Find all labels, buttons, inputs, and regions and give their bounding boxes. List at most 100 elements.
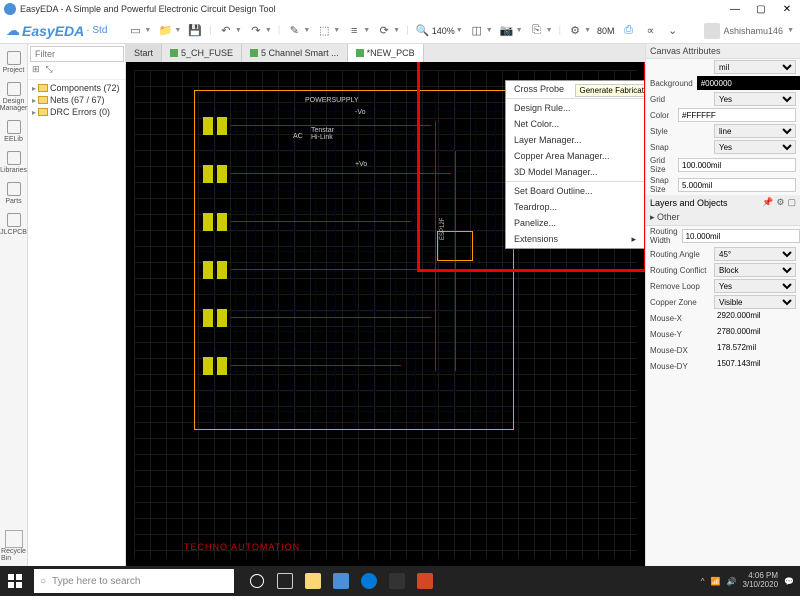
snap-size-input[interactable] [678,178,796,192]
menu-panelize[interactable]: Panelize... [506,215,644,231]
folder-icon [38,96,48,104]
sidebar-jlcpcb[interactable]: JLCPCB [2,210,26,239]
redo-icon[interactable]: ↷ [248,23,264,39]
mouse-y-value: 2780.000mil [714,327,796,341]
chip-esp: ESP12F [437,231,473,261]
canvas-attrs-header: Canvas Attributes [646,44,800,59]
mouse-dx-value: 178.572mil [714,343,796,357]
properties-panel: Canvas Attributes mil Background GridYes… [645,44,800,566]
select-icon[interactable]: ⬚ [316,23,332,39]
unit-select[interactable]: mil [714,60,796,74]
wifi-icon[interactable]: 📶 [711,577,721,586]
task-view-icon[interactable] [272,566,298,596]
routing-width-input[interactable] [682,229,800,243]
tab-newpcb[interactable]: *NEW_PCB [348,44,424,62]
copper-zone-select[interactable]: Visible [714,295,796,309]
tree-node-drc[interactable]: ▸DRC Errors (0) [28,106,125,118]
gear-icon[interactable]: ⚙ [776,197,784,208]
left-sidebar: Project Design Manager EELib Libraries P… [0,44,28,566]
save-icon[interactable]: 💾 [187,23,203,39]
box-icon[interactable]: ▢ [787,197,796,208]
maximize-button[interactable]: ▢ [752,2,770,16]
eelib-icon [7,120,21,134]
folder-icon [38,84,48,92]
edge-icon[interactable] [356,566,382,596]
settings-icon[interactable]: ⚙ [567,23,583,39]
editor-area: Start 5_CH_FUSE 5 Channel Smart ... *NEW… [126,44,645,566]
file-icon[interactable]: ▭ [127,23,143,39]
silk-ac: AC [293,133,303,140]
menu-board-outline[interactable]: Set Board Outline... [506,183,644,199]
align-icon[interactable]: ≡ [346,23,362,39]
routing-conflict-select[interactable]: Block [714,263,796,277]
tree-node-nets[interactable]: ▸Nets (67 / 67) [28,94,125,106]
recycle-bin[interactable]: Recycle Bin [0,526,30,566]
bg-color-input[interactable] [697,76,800,90]
gerber-icon[interactable]: ⎙ [621,23,637,39]
pencil-icon[interactable]: ✎ [286,23,302,39]
sidebar-design-manager[interactable]: Design Manager [2,79,26,115]
rotate-icon[interactable]: ⟳ [376,23,392,39]
app-edition: · Std [86,25,107,36]
user-menu[interactable]: Ashishamu146 ▼ [704,23,794,39]
grid-size-label: Grid Size [650,156,674,174]
style-label: Style [650,127,710,136]
tray-up-icon[interactable]: ^ [701,577,705,586]
export-icon[interactable]: ⎘ [529,23,545,39]
menu-3d-model[interactable]: 3D Model Manager... [506,164,644,180]
menu-net-color[interactable]: Net Color... [506,116,644,132]
routing-angle-select[interactable]: 45° [714,247,796,261]
view-icon[interactable]: ◫ [469,23,485,39]
cortana-icon[interactable] [244,566,270,596]
menu-layer-manager[interactable]: Layer Manager... [506,132,644,148]
system-tray: ^ 📶 🔊 4:06 PM3/10/2020 💬 [701,572,800,590]
silk-module: Tenstar Hi-Link [311,127,334,141]
grid-label: Grid [650,95,710,104]
volume-icon[interactable]: 🔊 [726,577,736,586]
chevron-down-icon[interactable]: ⌄ [665,23,681,39]
explorer-icon[interactable] [300,566,326,596]
remove-loop-select[interactable]: Yes [714,279,796,293]
tab-start[interactable]: Start [126,44,162,62]
zoom-icon[interactable]: 🔍 [415,23,431,39]
folder-icon[interactable]: 📁 [157,23,173,39]
menu-design-rule[interactable]: Design Rule... [506,100,644,116]
tab-smart[interactable]: 5 Channel Smart ... [242,44,348,62]
filter-input[interactable] [30,46,124,62]
snap-select[interactable]: Yes [714,140,796,154]
grid-visible-select[interactable]: Yes [714,92,796,106]
undo-icon[interactable]: ↶ [218,23,234,39]
tree-node-components[interactable]: ▸Components (72) [28,82,125,94]
menu-teardrop[interactable]: Teardrop... [506,199,644,215]
menu-extensions[interactable]: Extensions▸ [506,231,644,248]
sidebar-project[interactable]: Project [2,48,26,77]
grid-style-select[interactable]: line [714,124,796,138]
jlcpcb-icon [7,213,21,227]
app-taskbar-icon[interactable] [328,566,354,596]
grid-color-input[interactable] [678,108,796,122]
pcb-canvas[interactable]: POWERSUPPLY -Vo +Vo AC Tenstar Hi-Link [126,62,645,566]
powerpoint-icon[interactable] [412,566,438,596]
tab-fuse[interactable]: 5_CH_FUSE [162,44,242,62]
grid-size-input[interactable] [678,158,796,172]
sidebar-parts[interactable]: Parts [2,179,26,208]
share-icon[interactable]: ∝ [643,23,659,39]
design-tree-panel: ⊞⤡ ▸Components (72) ▸Nets (67 / 67) ▸DRC… [28,44,126,566]
notifications-icon[interactable]: 💬 [784,577,794,586]
start-button[interactable] [0,566,30,596]
schematic-icon [170,49,178,57]
pin-icon[interactable]: 📌 [762,197,773,208]
store-icon[interactable] [384,566,410,596]
app-logo: EasyEDA [22,23,84,39]
remove-loop-label: Remove Loop [650,282,710,291]
taskbar-search[interactable]: ○Type here to search [34,569,234,593]
camera-icon[interactable]: 📷 [499,23,515,39]
close-button[interactable]: ✕ [778,2,796,16]
parts-icon [7,182,21,196]
minimize-button[interactable]: — [726,2,744,16]
clock[interactable]: 4:06 PM3/10/2020 [742,572,778,590]
menu-copper-area[interactable]: Copper Area Manager... [506,148,644,164]
sidebar-libraries[interactable]: Libraries [2,148,26,177]
sidebar-eelib[interactable]: EELib [2,117,26,146]
app-icon [4,3,16,15]
